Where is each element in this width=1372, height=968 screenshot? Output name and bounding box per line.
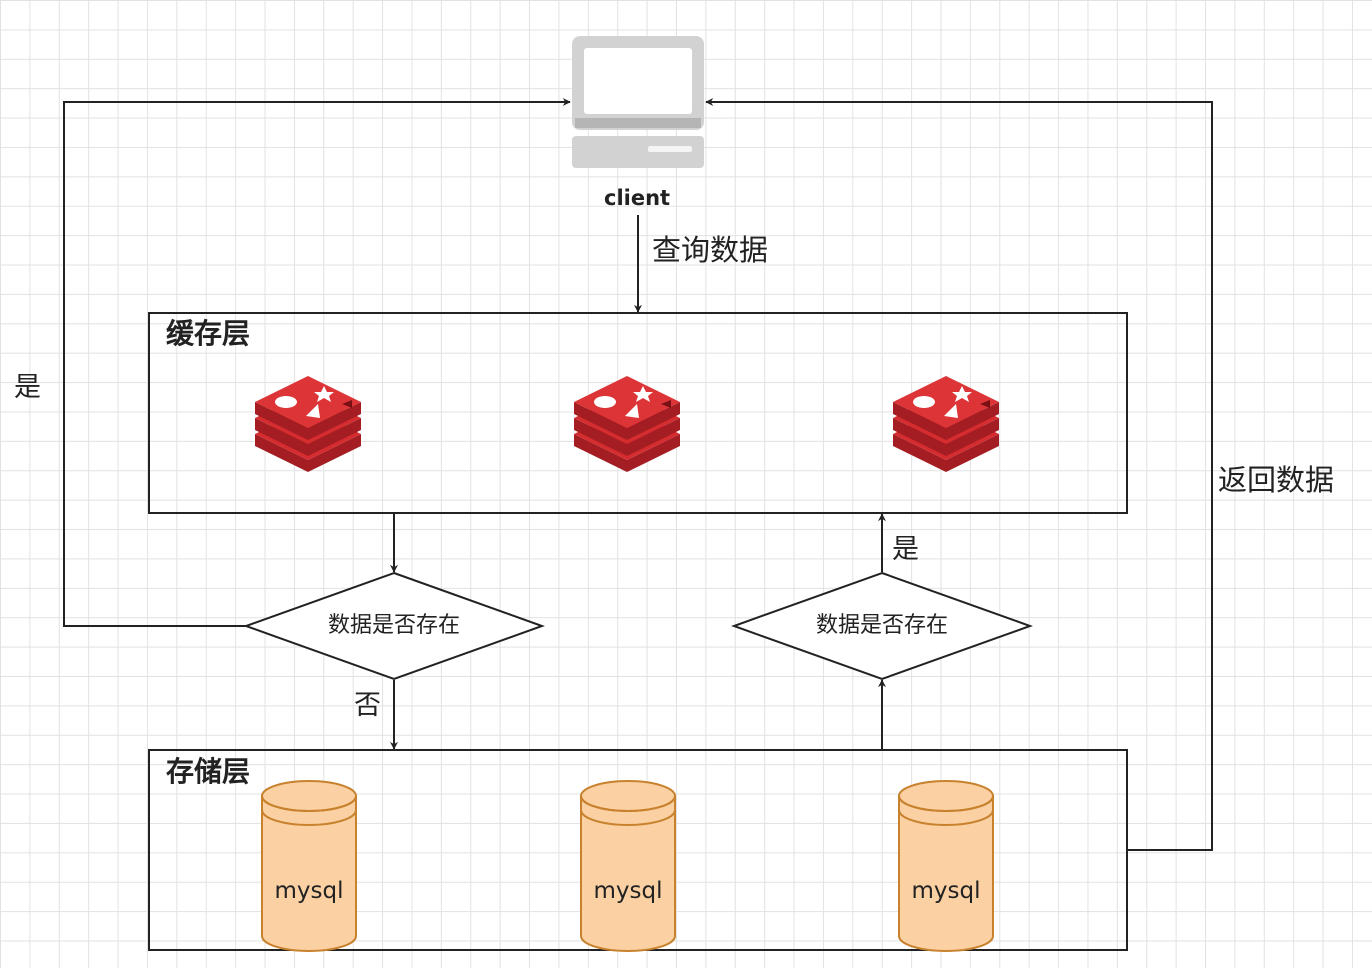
yes-label-right: 是 — [892, 534, 919, 565]
database-icon — [261, 780, 357, 952]
cache-layer-title: 缓存层 — [166, 317, 251, 350]
redis-icon — [574, 376, 680, 472]
mysql-label: mysql — [593, 878, 663, 904]
arrow-storage-return-to-client — [705, 98, 1213, 851]
no-label: 否 — [354, 690, 381, 721]
database-icon — [580, 780, 676, 952]
mysql-label: mysql — [274, 878, 344, 904]
return-data-label: 返回数据 — [1218, 463, 1335, 497]
storage-layer-title: 存储层 — [166, 755, 251, 788]
arrow-yes-to-client — [63, 98, 571, 627]
client-label: client — [604, 186, 671, 210]
query-data-label: 查询数据 — [652, 233, 769, 267]
yes-label-left: 是 — [14, 372, 41, 403]
mysql-label: mysql — [911, 878, 981, 904]
database-icon — [898, 780, 994, 952]
decision-label-right: 数据是否存在 — [815, 613, 948, 638]
redis-icon — [893, 376, 999, 472]
decision-label-left: 数据是否存在 — [327, 613, 460, 638]
computer-icon — [572, 36, 704, 168]
flow-diagram — [63, 36, 1213, 952]
redis-icon — [255, 376, 361, 472]
